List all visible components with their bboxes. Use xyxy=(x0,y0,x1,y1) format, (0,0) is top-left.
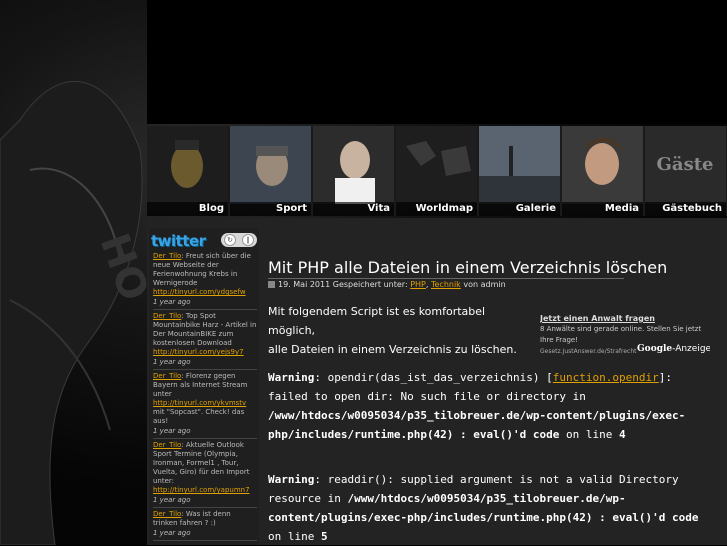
pause-icon[interactable]: ∥ xyxy=(242,234,254,246)
nav-label: Media xyxy=(604,203,639,214)
sport-thumbnail xyxy=(230,126,311,204)
tweet-link[interactable]: http://tinyurl.com/yapumn7 xyxy=(153,486,250,494)
twitter-logo[interactable]: twitter xyxy=(151,232,206,250)
tweet-timestamp: 1 year ago xyxy=(153,427,257,439)
function-link[interactable]: function.opendir xyxy=(553,371,659,384)
gaestebuch-thumbnail: Gäste xyxy=(645,126,726,204)
nav-item-galerie[interactable]: Galerie xyxy=(479,126,560,216)
warning-text: on line xyxy=(559,428,620,441)
tweet-list: Der_Tilo: Freut sich über die neue Webse… xyxy=(153,252,257,543)
nav-label: Blog xyxy=(198,203,224,214)
blog-thumbnail xyxy=(147,126,228,204)
tweet-link[interactable]: http://tinyurl.com/ydgsefw xyxy=(153,288,246,296)
warning-label: Warning xyxy=(268,371,315,384)
tweet-item: Der_Tilo: Was ist denn trinken fahren ? … xyxy=(153,510,257,541)
nav-item-media[interactable]: Media xyxy=(562,126,643,216)
category-link-php[interactable]: PHP xyxy=(410,280,426,289)
nav-label: Galerie xyxy=(515,203,556,214)
main-navigation: Blog Sport Vita Worldmap Galerie Media G… xyxy=(147,126,727,216)
ad-title-link[interactable]: Jetzt einen Anwalt fragen xyxy=(540,314,710,323)
php-warning: Warning: opendir(das_ist_das_verzeichnis… xyxy=(268,368,718,444)
tweet-user-link[interactable]: Der_Tilo xyxy=(153,510,181,518)
nav-item-sport[interactable]: Sport xyxy=(230,126,311,216)
nav-label: Sport xyxy=(276,203,307,214)
post-meta: 19. Mai 2011 Gespeichert unter: PHP, Tec… xyxy=(268,280,506,289)
tweet-user-link[interactable]: Der_Tilo xyxy=(153,312,181,320)
nav-item-vita[interactable]: Vita xyxy=(313,126,394,216)
google-ads-label[interactable]: Google-Anzeigen xyxy=(637,344,710,354)
tweet-timestamp: 1 year ago xyxy=(153,298,257,310)
worldmap-thumbnail xyxy=(396,126,477,204)
google-ad: Jetzt einen Anwalt fragen 8 Anwälte sind… xyxy=(540,314,710,356)
post-intro: Mit folgendem Script ist es komfortabel … xyxy=(268,302,528,359)
tweet-item: Der_Tilo: Aktuelle Outlook Sport Termine… xyxy=(153,441,257,508)
media-thumbnail xyxy=(562,126,643,204)
tweet-item: Der_Tilo: Florenz gegen Bayern als Inter… xyxy=(153,372,257,439)
nav-label: Gästebuch xyxy=(662,203,722,214)
intro-line: alle Dateien in einem Verzeichnis zu lös… xyxy=(268,343,517,356)
tweet-user-link[interactable]: Der_Tilo xyxy=(153,372,181,380)
ad-url[interactable]: Gesetz.JustAnswer.de/Strafrecht xyxy=(540,348,637,355)
warning-line-number: 4 xyxy=(619,428,626,441)
nav-label: Vita xyxy=(367,203,390,214)
post-author: von admin xyxy=(460,280,506,289)
title-divider xyxy=(268,278,624,279)
tweet-item: Der_Tilo: Freut sich über die neue Webse… xyxy=(153,252,257,310)
post-title[interactable]: Mit PHP alle Dateien in einem Verzeichni… xyxy=(268,258,667,277)
refresh-icon[interactable]: ↻ xyxy=(224,234,236,246)
warning-text: : opendir(das_ist_das_verzeichnis) [ xyxy=(314,371,553,384)
tweet-timestamp: 1 year ago xyxy=(153,496,257,508)
intro-line: Mit folgendem Script ist es komfortabel … xyxy=(268,305,486,337)
tweet-link[interactable]: http://tinyurl.com/yejs9y7 xyxy=(153,348,244,356)
nav-item-gaestebuch[interactable]: Gäste Gästebuch xyxy=(645,126,726,216)
warning-line-number: 5 xyxy=(320,530,328,543)
post-date: 19. Mai 2011 Gespeichert unter: xyxy=(278,280,408,289)
google-logo: Google xyxy=(637,344,673,354)
nav-item-blog[interactable]: Blog xyxy=(147,126,228,216)
twitter-widget: twitter ↻ ∥ Der_Tilo: Freut sich über di… xyxy=(149,228,259,545)
php-warning: Warning: readdir(): supplied argument is… xyxy=(268,470,718,546)
tweet-timestamp: 1 year ago xyxy=(153,358,257,370)
tweet-user-link[interactable]: Der_Tilo xyxy=(153,441,181,449)
header-band xyxy=(147,0,727,124)
warning-label: Warning xyxy=(268,473,315,486)
tweet-text: mit "Sopcast". Check! das aus! xyxy=(153,408,245,425)
nav-item-worldmap[interactable]: Worldmap xyxy=(396,126,477,216)
tweet-link[interactable]: http://tinyurl.com/ykvmstv xyxy=(153,399,246,407)
ads-suffix: -Anzeigen xyxy=(672,344,710,354)
tweet-user-link[interactable]: Der_Tilo xyxy=(153,252,181,260)
gaeste-thumb-text: Gäste xyxy=(657,154,714,175)
twitter-controls: ↻ ∥ xyxy=(221,233,257,247)
category-link-technik[interactable]: Technik xyxy=(431,280,461,289)
nav-label: Worldmap xyxy=(415,203,473,214)
warning-text: on line xyxy=(268,530,321,543)
tweet-item: Der_Tilo: Top Spot Mountainbike Harz - A… xyxy=(153,312,257,370)
tweet-timestamp: 1 year ago xyxy=(153,529,257,541)
vita-thumbnail xyxy=(313,126,394,204)
ad-text: 8 Anwälte sind gerade online. Stellen Si… xyxy=(540,325,702,344)
calendar-icon xyxy=(268,281,275,288)
galerie-thumbnail xyxy=(479,126,560,204)
